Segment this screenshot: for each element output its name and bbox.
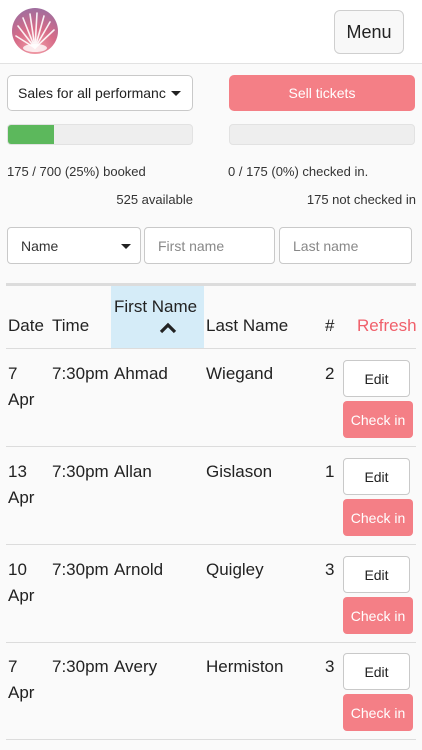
refresh-link[interactable]: Refresh <box>357 316 417 336</box>
column-header-time[interactable]: Time <box>52 316 89 336</box>
sell-tickets-button[interactable]: Sell tickets <box>229 75 415 111</box>
search-field-select[interactable]: Name <box>7 227 141 264</box>
booked-text: 175 / 700 (25%) booked <box>7 164 146 179</box>
last-name-input[interactable]: Last name <box>279 227 412 264</box>
first-name-input[interactable]: First name <box>144 227 275 264</box>
row-first-name: Ahmad <box>114 364 168 383</box>
column-header-count[interactable]: # <box>325 316 334 336</box>
row-time: 7:30pm <box>52 657 109 676</box>
row-date-day: 7 <box>8 657 18 676</box>
performance-select-value: Sales for all performanc <box>18 85 166 101</box>
check-in-button[interactable]: Check in <box>343 401 413 438</box>
row-time: 7:30pm <box>52 560 109 579</box>
row-date-month: Apr <box>8 390 35 409</box>
booked-progress-fill <box>8 125 54 144</box>
row-date-day: 10 <box>8 560 27 579</box>
performance-select[interactable]: Sales for all performanc <box>7 75 193 111</box>
row-date-month: Apr <box>8 488 35 507</box>
row-last-name: Hermiston <box>206 657 284 676</box>
row-first-name: Allan <box>114 462 152 481</box>
first-name-sort-highlight <box>111 286 204 348</box>
row-time: 7:30pm <box>52 364 109 383</box>
row-last-name: Gislason <box>206 462 273 481</box>
row-first-name: Avery <box>114 657 158 676</box>
checked-in-text: 0 / 175 (0%) checked in. <box>228 164 369 179</box>
column-header-date[interactable]: Date <box>8 316 44 336</box>
top-bar: Menu <box>0 0 422 64</box>
edit-button[interactable]: Edit <box>343 653 410 690</box>
edit-button[interactable]: Edit <box>343 556 410 593</box>
row-time: 7:30pm <box>52 462 109 481</box>
header-divider <box>6 348 416 349</box>
not-checked-in-text: 175 not checked in <box>306 192 416 207</box>
column-header-first-name[interactable]: First Name <box>114 297 197 317</box>
logo-burst-icon <box>15 12 55 52</box>
row-count: 2 <box>325 364 335 383</box>
check-in-button[interactable]: Check in <box>343 694 413 731</box>
table-top-divider <box>6 283 416 286</box>
row-date-month: Apr <box>8 586 35 605</box>
row-count: 3 <box>325 560 335 579</box>
row-divider <box>6 446 416 447</box>
menu-button[interactable]: Menu <box>334 10 404 54</box>
row-date-day: 7 <box>8 364 18 383</box>
checked-in-progress-bar <box>229 124 415 145</box>
row-last-name: Wiegand <box>206 364 274 383</box>
edit-button[interactable]: Edit <box>343 360 410 397</box>
caret-down-icon <box>171 91 181 96</box>
row-divider <box>6 642 416 643</box>
check-in-button[interactable]: Check in <box>343 597 413 634</box>
row-last-name: Quigley <box>206 560 264 579</box>
row-count: 1 <box>325 462 335 481</box>
caret-down-icon <box>121 244 131 249</box>
available-text: 525 available <box>116 192 193 207</box>
booked-progress-bar <box>7 124 193 145</box>
row-date-month: Apr <box>8 683 35 702</box>
row-divider <box>6 739 416 740</box>
column-header-last-name[interactable]: Last Name <box>206 316 288 336</box>
check-in-button[interactable]: Check in <box>343 499 413 536</box>
row-date-day: 13 <box>8 462 27 481</box>
edit-button[interactable]: Edit <box>343 458 410 495</box>
search-field-value: Name <box>21 237 59 254</box>
row-first-name: Arnold <box>114 560 164 579</box>
sort-ascending-chevron-icon[interactable] <box>159 322 177 334</box>
row-count: 3 <box>325 657 335 676</box>
row-divider <box>6 544 416 545</box>
app-logo <box>12 8 58 54</box>
